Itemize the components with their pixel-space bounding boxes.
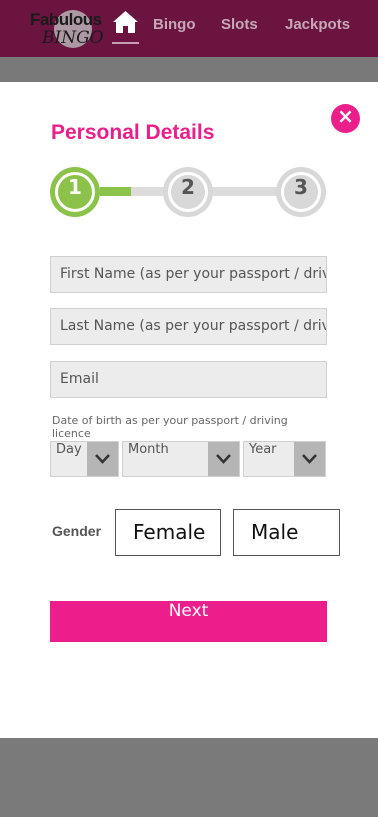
nav-home-link[interactable] bbox=[112, 10, 140, 44]
backdrop-bottom bbox=[0, 738, 378, 817]
first-name-field[interactable]: First Name (as per your passport / drivi… bbox=[50, 256, 327, 293]
nav-slots[interactable]: Slots bbox=[221, 16, 258, 33]
gender-male-label: Male bbox=[251, 520, 299, 544]
dob-month-value: Month bbox=[128, 442, 169, 457]
gender-label: Gender bbox=[52, 523, 102, 539]
gender-male-button[interactable]: Male bbox=[233, 509, 340, 556]
gender-female-button[interactable]: Female bbox=[115, 509, 221, 556]
step-2: 2 bbox=[163, 167, 213, 217]
step-1: 1 bbox=[50, 167, 100, 217]
step-3-number: 3 bbox=[281, 172, 321, 212]
dob-year-select[interactable]: Year bbox=[243, 441, 326, 477]
close-button[interactable]: × bbox=[331, 104, 360, 133]
dob-day-value: Day bbox=[56, 442, 82, 457]
logo-word-fabulous: Fabulous bbox=[30, 10, 102, 29]
close-icon: × bbox=[337, 104, 354, 128]
step-3: 3 bbox=[276, 167, 326, 217]
chevron-down-icon bbox=[294, 442, 325, 476]
dob-month-select[interactable]: Month bbox=[122, 441, 240, 477]
backdrop-top bbox=[0, 57, 378, 82]
step-1-number: 1 bbox=[55, 172, 95, 212]
email-field[interactable]: Email bbox=[50, 361, 327, 398]
dob-year-value: Year bbox=[249, 442, 277, 457]
page-title: Personal Details bbox=[51, 121, 215, 144]
home-active-underline bbox=[112, 42, 139, 44]
chevron-down-icon bbox=[87, 442, 118, 476]
last-name-field[interactable]: Last Name (as per your passport / drivin… bbox=[50, 308, 327, 345]
nav-jackpots[interactable]: Jackpots bbox=[285, 16, 350, 33]
home-icon bbox=[113, 11, 138, 33]
next-button[interactable]: Next bbox=[50, 601, 327, 642]
dob-day-select[interactable]: Day bbox=[50, 441, 119, 477]
step-progress-fill bbox=[100, 187, 131, 196]
dob-label: Date of birth as per your passport / dri… bbox=[52, 414, 288, 440]
nav-bingo[interactable]: Bingo bbox=[153, 16, 196, 33]
top-nav-bar: Fabulous BINGO Bingo Slots Jackpots bbox=[0, 0, 378, 57]
site-logo[interactable]: Fabulous BINGO bbox=[28, 4, 118, 54]
step-2-number: 2 bbox=[168, 172, 208, 212]
logo-word-bingo: BINGO bbox=[42, 28, 104, 48]
gender-female-label: Female bbox=[133, 520, 206, 544]
chevron-down-icon bbox=[208, 442, 239, 476]
